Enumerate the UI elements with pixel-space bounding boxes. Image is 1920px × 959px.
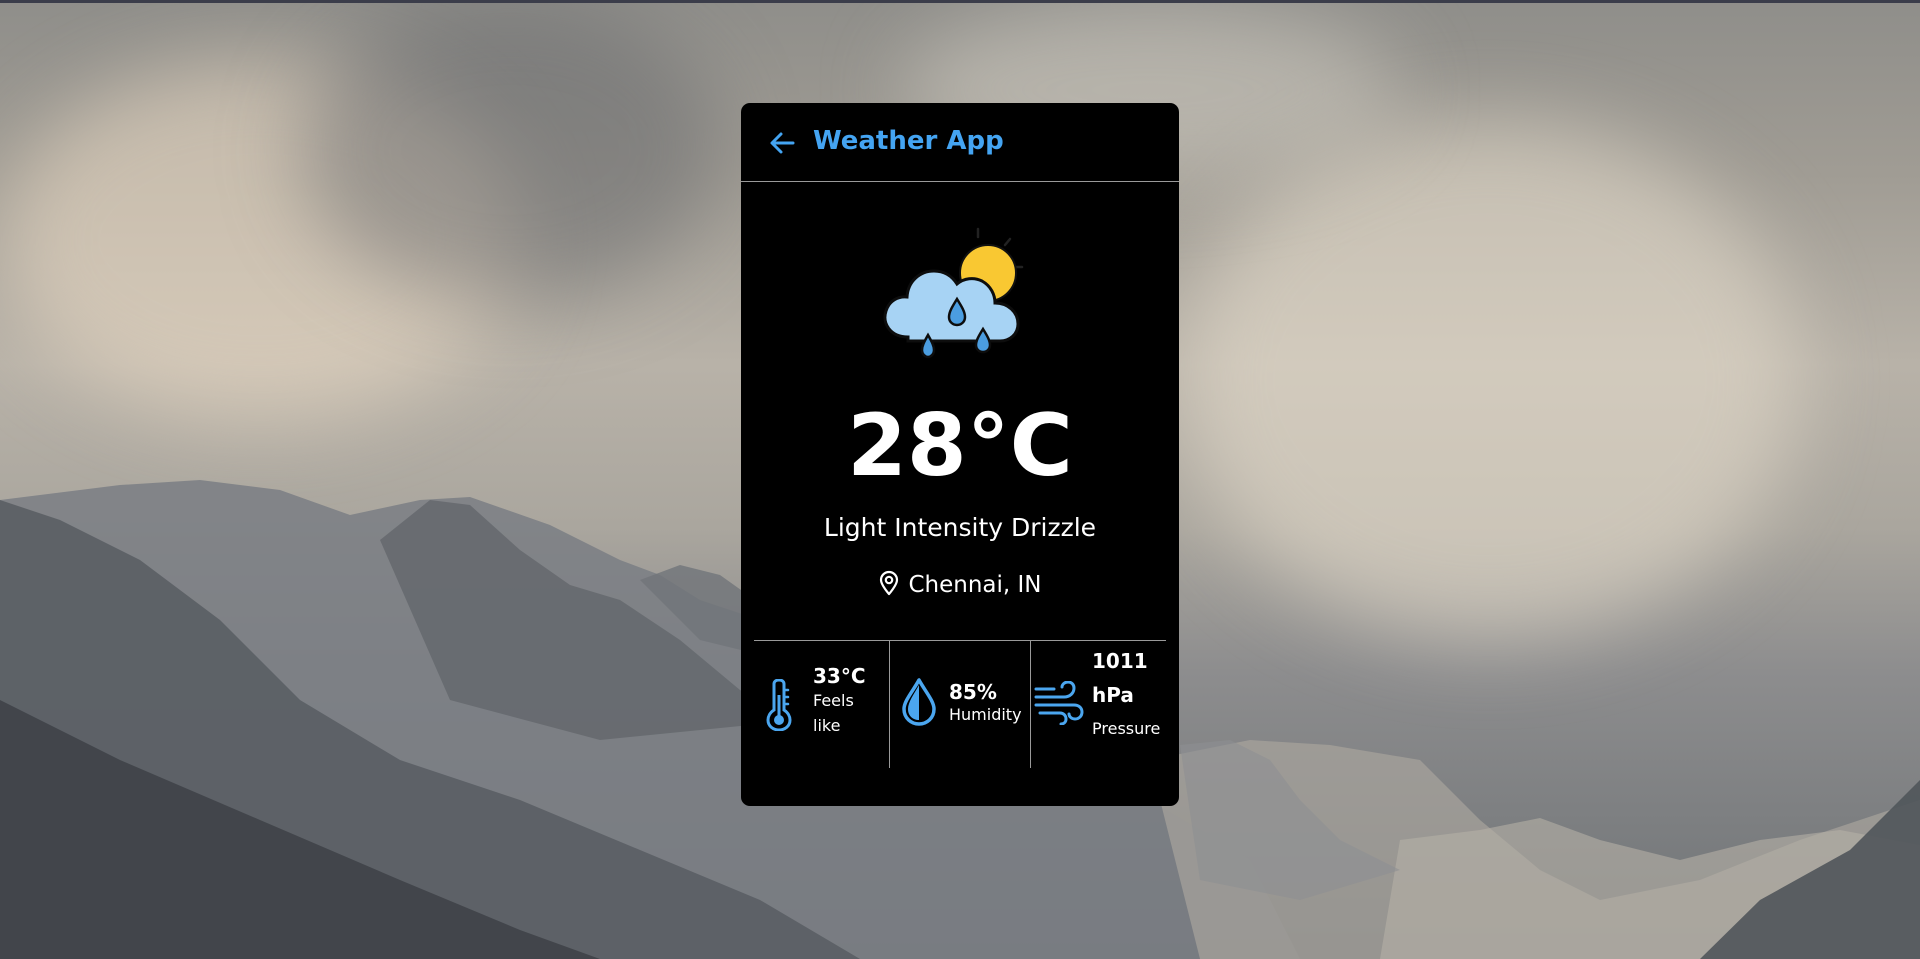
stat-feels-like: 33°C Feels like <box>754 641 889 768</box>
pressure-value-line1: 1011 <box>1092 649 1148 673</box>
humidity-value: 85% <box>949 680 997 704</box>
app-title: Weather App <box>813 126 1004 156</box>
pressure-label: Pressure <box>1092 719 1161 738</box>
weather-card: Weather App 28°C Light Intensity Drizzle… <box>741 103 1179 806</box>
location-pin-icon <box>880 570 899 596</box>
temperature-value: 28°C <box>847 396 1073 496</box>
weather-description: Light Intensity Drizzle <box>823 513 1097 542</box>
card-header: Weather App <box>741 103 1179 182</box>
water-drop-icon <box>902 678 936 726</box>
feels-like-label-line1: Feels <box>813 691 854 710</box>
thermometer-icon <box>766 679 792 731</box>
humidity-label: Humidity <box>949 705 1022 724</box>
weather-stats: 33°C Feels like 85% Humidity 1011 hPa Pr… <box>754 640 1166 768</box>
back-arrow-icon[interactable] <box>769 130 795 156</box>
stat-humidity: 85% Humidity <box>890 641 1030 768</box>
feels-like-value: 33°C <box>813 664 866 688</box>
cloud-rain-sun-icon <box>883 227 1024 359</box>
stat-pressure: 1011 hPa Pressure <box>1031 641 1166 768</box>
pressure-value-line2: hPa <box>1092 683 1134 707</box>
wind-icon <box>1034 681 1084 725</box>
feels-like-label-line2: like <box>813 716 841 735</box>
location-row: Chennai, IN <box>741 570 1179 598</box>
location-text: Chennai, IN <box>908 572 1042 598</box>
